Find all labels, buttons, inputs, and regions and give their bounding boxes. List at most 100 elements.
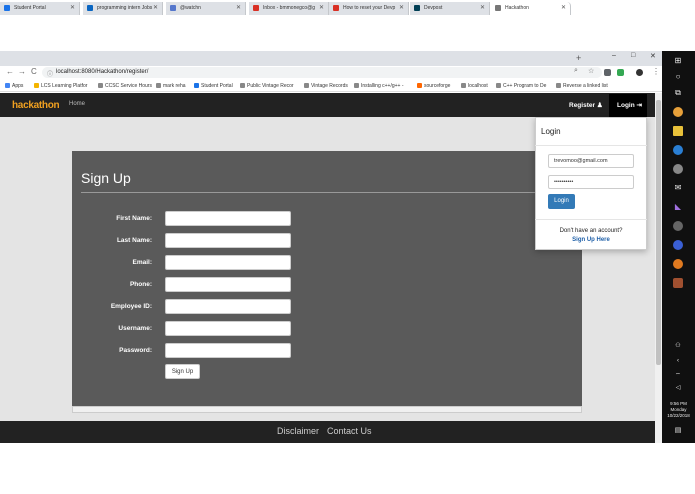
bookmark-icon [354,83,359,88]
last-name-input[interactable] [165,233,291,248]
bookmark-item[interactable]: Student Portal [194,83,233,89]
app-icon[interactable] [673,240,683,250]
horizontal-scrollbar[interactable] [72,406,582,413]
chevron-up-icon[interactable]: ‹ [673,358,683,368]
first-name-input[interactable] [165,211,291,226]
no-account-text: Don't have an account? [559,228,623,234]
bookmarks-bar: Apps LCS Learning Platfor CCSC Service H… [0,80,662,92]
bookmark-label: Reverse a linked list [563,83,608,89]
app-icon[interactable] [673,145,683,155]
signup-button[interactable]: Sign Up [165,364,200,379]
bookmark-item[interactable]: Vintage Records [304,83,348,89]
bookmark-item[interactable]: Reverse a linked list [556,83,608,89]
bookmark-label: Public Vintage Recor [247,83,294,89]
cortana-icon[interactable]: ○ [673,72,683,82]
register-label: Register [569,102,596,109]
close-icon[interactable]: ✕ [399,4,404,11]
signup-here-link[interactable]: Sign Up Here [535,237,647,243]
disclaimer-link[interactable]: Disclaimer [277,426,319,436]
star-icon[interactable]: ☆ [588,67,594,75]
bookmark-item[interactable]: mark reha [156,83,186,89]
tab-devpost[interactable]: Devpost ✕ [410,2,490,15]
bookmark-item[interactable]: CCSC Service Hours [98,83,152,89]
app-icon[interactable] [673,278,683,288]
new-tab-button[interactable]: + [576,53,581,63]
nav-home-link[interactable]: Home [69,101,85,107]
windows-start-icon[interactable]: ⊞ [673,56,683,66]
app-icon[interactable] [673,221,683,231]
app-icon[interactable] [673,164,683,174]
bookmark-icon [496,83,501,88]
close-icon[interactable]: ✕ [480,4,485,11]
maximize-button[interactable]: □ [631,52,635,59]
profile-avatar[interactable] [636,69,643,76]
bookmark-item[interactable]: localhost [461,83,488,89]
close-icon[interactable]: ✕ [70,4,75,11]
scrollbar-thumb[interactable] [656,100,661,365]
bookmark-icon [461,83,466,88]
close-icon[interactable]: ✕ [561,4,566,11]
tab-title: Hackathon [505,5,529,11]
site-logo[interactable]: hackathon [12,100,60,111]
bookmark-item[interactable]: Installing c++/g++ - [354,83,404,89]
tab-inbox[interactable]: Inbox - bmmonegco@g ✕ [249,2,329,15]
tab-student-portal[interactable]: Student Portal ✕ [0,2,80,15]
close-icon[interactable]: ✕ [236,4,241,11]
close-icon[interactable]: ✕ [319,4,324,11]
minimize-button[interactable]: – [612,52,616,59]
bookmark-item[interactable]: Public Vintage Recor [240,83,294,89]
password-input[interactable] [165,343,291,358]
employee-id-label: Employee ID: [110,303,152,310]
taskbar-clock[interactable]: 9:56 PM Monday 10/22/2018 [662,401,695,419]
login-button[interactable]: Login [548,194,575,209]
close-window-button[interactable]: ✕ [650,52,656,60]
reload-button[interactable]: C [31,67,37,76]
forward-button[interactable]: → [18,67,26,76]
close-icon[interactable]: ✕ [153,4,158,11]
people-icon[interactable]: ⚇ [673,342,683,352]
tab-reset-devpost[interactable]: How to reset your Devp ✕ [329,2,409,15]
bookmark-apps[interactable]: Apps [5,83,23,89]
email-input[interactable] [165,255,291,270]
task-view-icon[interactable]: ⧉ [673,88,683,98]
url-text: localhost:8080/Hackathon/register/ [56,69,149,75]
tab-watchn[interactable]: @watchn ✕ [166,2,246,15]
extension-icon[interactable] [604,69,611,76]
phone-input[interactable] [165,277,291,292]
mail-icon[interactable]: ✉ [673,183,683,193]
clock-date: 10/22/2018 [667,413,690,418]
address-row: ← → C ⓘ localhost:8080/Hackathon/registe… [0,66,662,80]
bookmark-item[interactable]: LCS Learning Platfor [34,83,87,89]
visual-studio-icon[interactable]: ◣ [673,202,683,212]
bookmark-icon [98,83,103,88]
nav-login-link[interactable]: Login ⇥ [609,94,647,117]
employee-id-input[interactable] [165,299,291,314]
tab-favicon [87,5,93,11]
chrome-icon[interactable] [673,107,683,117]
app-icon[interactable] [673,259,683,269]
phone-label: Phone: [129,281,152,288]
first-name-label: First Name: [116,215,152,222]
network-icon[interactable]: ⌔ [673,371,683,381]
file-explorer-icon[interactable] [673,126,683,136]
bookmark-item[interactable]: C++ Program to De [496,83,546,89]
volume-icon[interactable]: ◁ [673,384,683,394]
login-email-input[interactable]: trevomoo@gmail.com [548,154,634,168]
bookmark-item[interactable]: sourceforge [417,83,450,89]
bookmark-label: LCS Learning Platfor [41,83,88,89]
info-icon: ⓘ [47,72,54,78]
notification-icon[interactable]: ▤ [673,426,683,436]
username-input[interactable] [165,321,291,336]
extension-icon[interactable] [617,69,624,76]
contact-link[interactable]: Contact Us [327,426,372,436]
back-button[interactable]: ← [6,67,14,76]
login-title: Login [541,127,561,136]
apps-icon [5,83,10,88]
nav-register-link[interactable]: Register ♟ [569,101,603,109]
zoom-icon[interactable]: ⌕ [574,67,578,75]
menu-icon[interactable]: ⋮ [652,67,660,76]
tab-programming-jobs[interactable]: programming intern Jobs ✕ [83,2,163,15]
login-password-input[interactable]: •••••••••• [548,175,634,189]
tab-hackathon[interactable]: Hackathon ✕ [491,2,571,15]
address-bar[interactable]: ⓘ localhost:8080/Hackathon/register/ [42,67,602,78]
